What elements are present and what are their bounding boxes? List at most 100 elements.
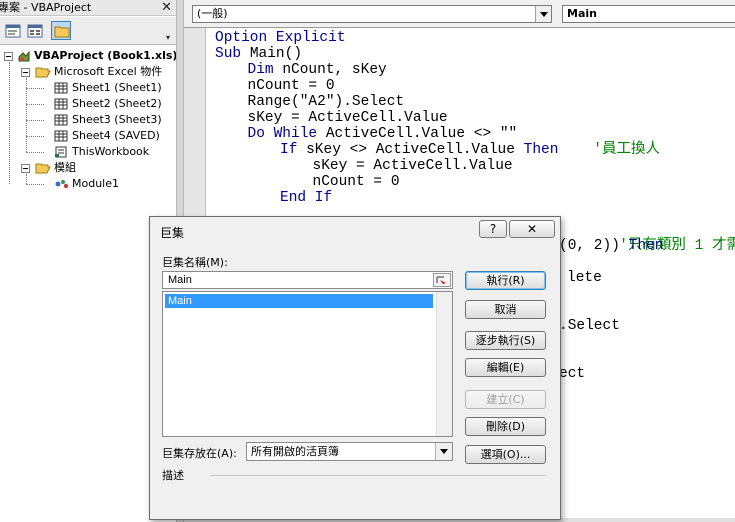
view-code-button[interactable] <box>2 21 22 40</box>
macro-name-label: 巨集名稱(M): <box>162 256 228 269</box>
object-combo[interactable]: (一般) <box>192 5 552 23</box>
macro-name-value: Main <box>168 274 192 286</box>
help-button[interactable]: ? <box>479 220 507 238</box>
code-token: Main() <box>249 46 303 62</box>
step-into-button[interactable]: 逐步執行(S) <box>465 331 546 350</box>
tree-node-label: Sheet1 (Sheet1) <box>72 81 162 94</box>
close-button[interactable]: ✕ <box>509 220 555 238</box>
macros-in-value: 所有開啟的活頁簿 <box>251 445 339 458</box>
run-button[interactable]: 執行(R) <box>465 271 546 290</box>
code-line: Option Explicit <box>215 30 346 46</box>
code-token: .Select <box>559 318 620 334</box>
tree-node-label: Sheet4 (SAVED) <box>72 129 160 142</box>
toggle-folders-button[interactable] <box>51 21 71 40</box>
tree-node-label: 模組 <box>54 161 76 174</box>
description-separator <box>210 475 546 476</box>
code-keyword: If <box>280 142 307 158</box>
code-fragment: (0, 2)) Then <box>559 238 663 254</box>
toolbar-overflow-icon[interactable]: ▾ <box>166 34 174 42</box>
tree-node-label: Sheet3 (Sheet3) <box>72 113 162 126</box>
macro-dialog: 巨集 ? ✕ 巨集名稱(M): Main Main 執行(R) 取消 逐步執行(… <box>149 216 561 520</box>
macros-in-label: 巨集存放在(A): <box>162 447 237 460</box>
worksheet-icon <box>54 114 68 126</box>
code-line: Dim nCount, sKey <box>248 62 387 78</box>
tree-node-workbook[interactable]: ThisWorkbook <box>0 144 176 160</box>
code-window-header: (一般) Main <box>184 0 735 28</box>
code-token: Range("A2").Select <box>247 94 405 110</box>
code-line: Do While ActiveCell.Value <> "" <box>248 126 518 142</box>
code-line: Range("A2").Select <box>248 94 405 110</box>
procedure-combo[interactable]: Main <box>562 5 735 23</box>
chevron-down-icon[interactable] <box>435 443 452 460</box>
description-label: 描述 <box>162 469 184 482</box>
vba-project-icon <box>18 50 30 62</box>
tree-node-module[interactable]: Module1 <box>0 176 176 192</box>
tree-node-label: Microsoft Excel 物件 <box>54 65 163 78</box>
macro-name-input[interactable]: Main <box>162 271 453 289</box>
code-line: sKey = ActiveCell.Value <box>248 110 448 126</box>
code-token: nCount = 0 <box>312 174 400 190</box>
tree-node-sheet[interactable]: Sheet1 (Sheet1) <box>0 80 176 96</box>
tree-node-project[interactable]: VBAProject (Book1.xls) <box>0 48 178 64</box>
code-token: sKey <> ActiveCell.Value <box>306 142 524 158</box>
collapse-dialog-button[interactable] <box>433 273 451 287</box>
code-token: (0, 2)) <box>559 238 629 254</box>
tree-node-label: ThisWorkbook <box>72 145 150 158</box>
code-token: nCount = 0 <box>247 78 335 94</box>
code-line: nCount = 0 <box>313 174 400 190</box>
dialog-title-bar[interactable]: 巨集 ? ✕ <box>150 217 560 245</box>
code-keyword: Do While <box>247 126 326 142</box>
view-code-icon <box>5 24 21 38</box>
macro-list[interactable]: Main <box>162 291 453 437</box>
project-explorer-title-bar: 專案 - VBAProject ✕ <box>0 0 176 16</box>
worksheet-icon <box>54 82 68 94</box>
project-explorer-toolbar: ▾ <box>0 17 176 45</box>
code-token: nCount, sKey <box>282 62 387 78</box>
collapse-icon[interactable] <box>4 52 13 61</box>
options-button[interactable]: 選項(O)... <box>465 445 546 464</box>
code-keyword: Option Explicit <box>215 30 346 46</box>
macro-list-item[interactable]: Main <box>165 294 433 308</box>
view-object-icon <box>27 24 43 38</box>
code-line: sKey = ActiveCell.Value <box>313 158 513 174</box>
code-token: ect <box>559 366 586 382</box>
collapse-icon[interactable] <box>21 68 30 77</box>
macro-list-scrollbar[interactable] <box>436 292 452 436</box>
chevron-down-icon[interactable] <box>535 6 551 22</box>
tree-node-label: Module1 <box>72 177 119 190</box>
code-keyword: Dim <box>247 62 283 78</box>
folder-icon <box>54 26 70 38</box>
code-line: End If <box>280 190 332 206</box>
worksheet-icon <box>54 98 68 110</box>
code-fragment: lete <box>567 270 602 286</box>
code-token: lete <box>567 270 602 286</box>
tree-node-sheet[interactable]: Sheet4 (SAVED) <box>0 128 176 144</box>
procedure-combo-value: Main <box>567 7 597 20</box>
create-button: 建立(C) <box>465 390 546 409</box>
code-fragment: ect <box>559 366 585 382</box>
code-token: sKey = ActiveCell.Value <box>312 158 513 174</box>
tree-node-label: VBAProject (Book1.xls) <box>34 49 178 62</box>
code-comment: '員工換人 <box>558 142 660 158</box>
workbook-icon <box>55 146 67 158</box>
code-line: nCount = 0 <box>248 78 335 94</box>
edit-button[interactable]: 編輯(E) <box>465 358 546 377</box>
view-object-button[interactable] <box>24 21 44 40</box>
project-explorer-close-icon[interactable]: ✕ <box>161 0 172 15</box>
code-line: If sKey <> ActiveCell.Value Then '員工換人 <box>280 142 660 158</box>
cancel-button[interactable]: 取消 <box>465 300 546 319</box>
module-icon <box>55 180 69 189</box>
tree-node-sheet[interactable]: Sheet2 (Sheet2) <box>0 96 176 112</box>
macros-in-select[interactable]: 所有開啟的活頁簿 <box>246 442 453 461</box>
dialog-bottom <box>150 509 560 519</box>
collapse-icon[interactable] <box>21 164 30 173</box>
delete-button[interactable]: 刪除(D) <box>465 417 546 436</box>
tree-node-sheet[interactable]: Sheet3 (Sheet3) <box>0 112 176 128</box>
tree-node-modules[interactable]: 模組 <box>0 160 176 176</box>
code-keyword: End If <box>280 190 333 206</box>
code-keyword: Then <box>523 142 559 158</box>
tree-node-excel-objects[interactable]: Microsoft Excel 物件 <box>0 64 176 80</box>
range-picker-icon <box>436 276 446 284</box>
code-line: Sub Main() <box>215 46 302 62</box>
code-token: sKey = ActiveCell.Value <box>247 110 448 126</box>
